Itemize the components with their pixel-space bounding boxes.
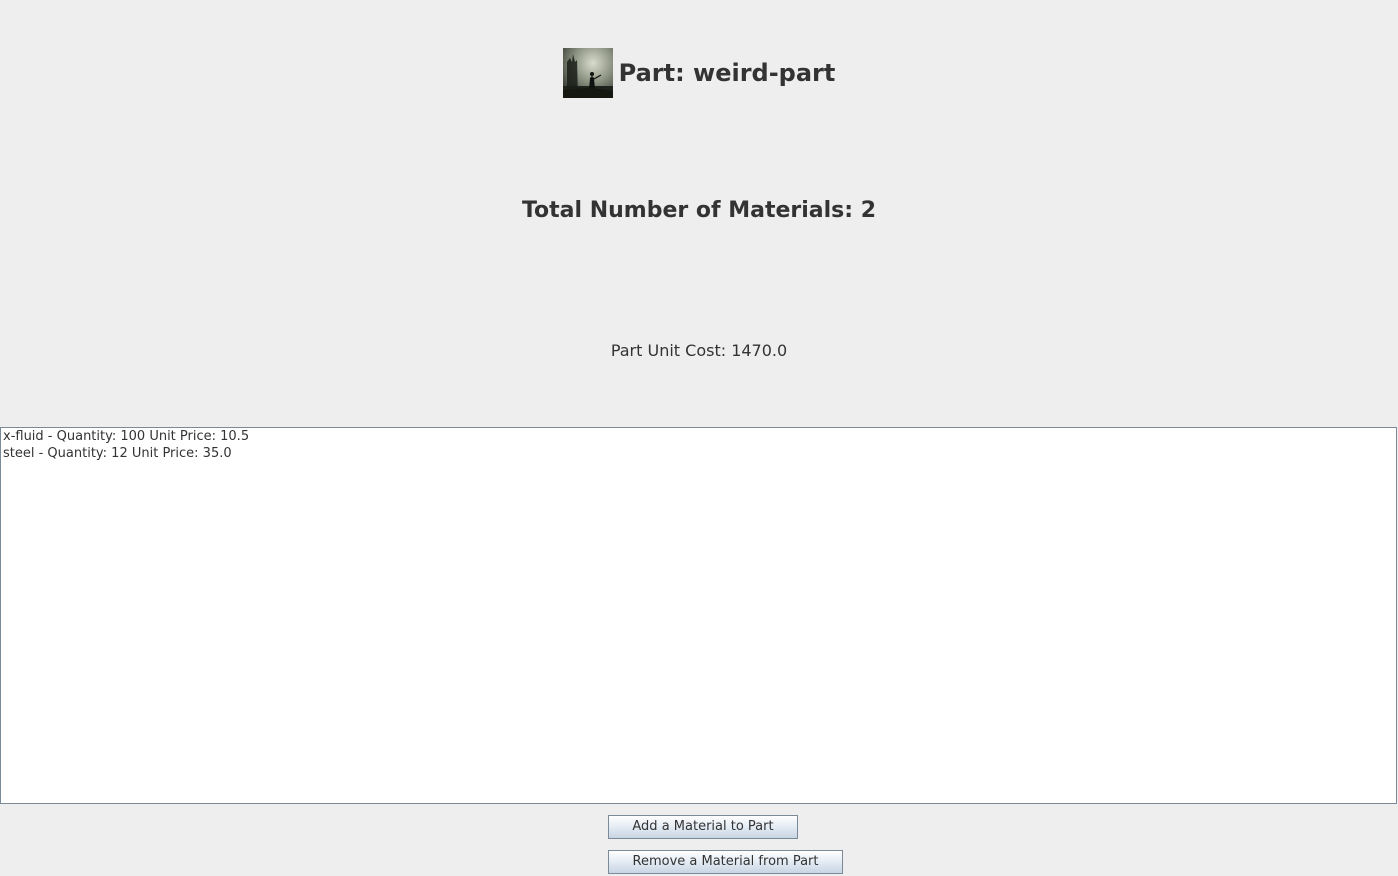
add-material-button[interactable]: Add a Material to Part [608,815,798,839]
part-thumbnail-icon [562,48,613,98]
list-item[interactable]: x-fluid - Quantity: 100 Unit Price: 10.5 [1,428,1396,445]
unit-cost-label: Part Unit Cost: 1470.0 [610,341,788,360]
remove-material-button[interactable]: Remove a Material from Part [608,850,843,874]
total-materials-label: Total Number of Materials: 2 [521,198,877,223]
page-title: Part: weird-part [618,59,836,87]
material-list[interactable]: x-fluid - Quantity: 100 Unit Price: 10.5… [0,427,1397,804]
part-header: Part: weird-part [0,48,1398,98]
list-item[interactable]: steel - Quantity: 12 Unit Price: 35.0 [1,445,1396,462]
